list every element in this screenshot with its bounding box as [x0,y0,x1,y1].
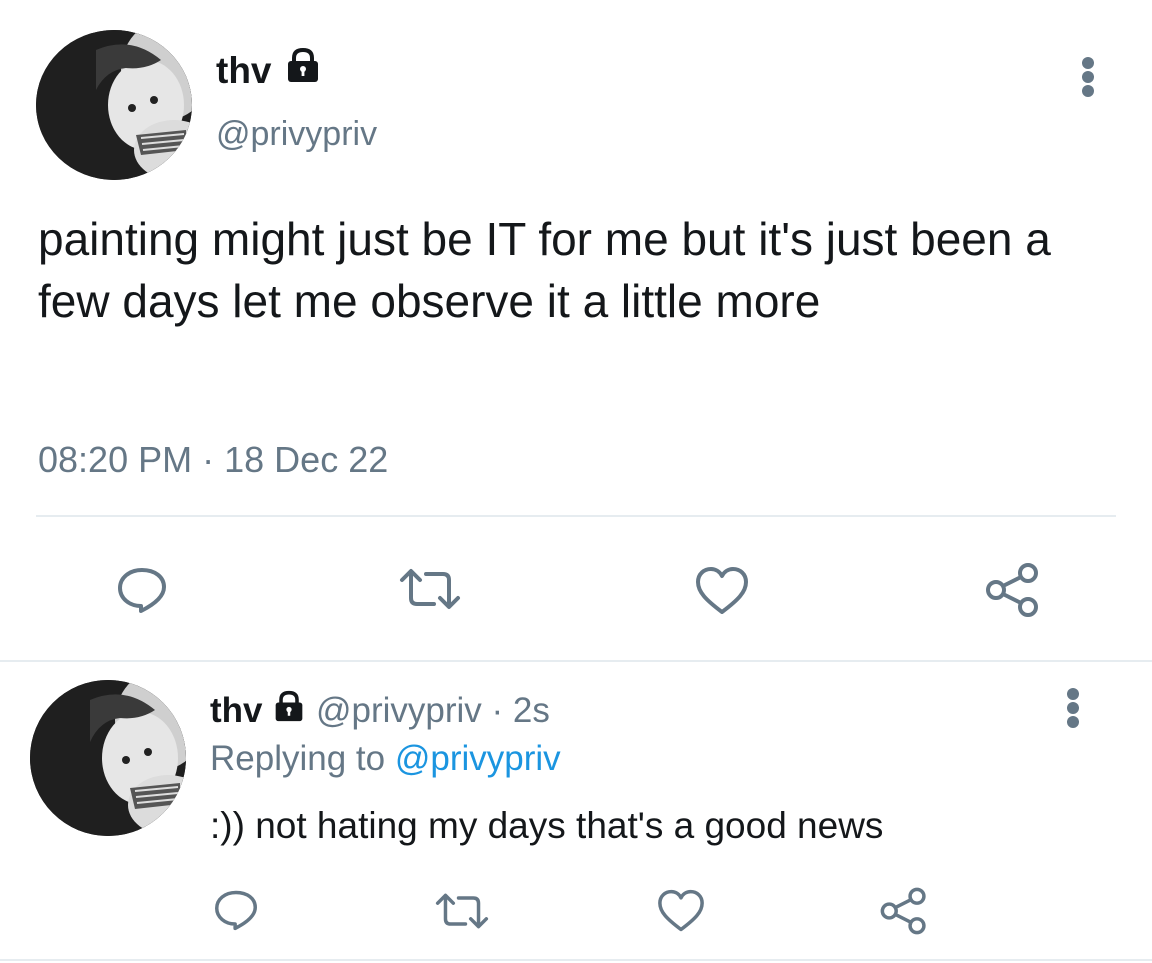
author-handle[interactable]: @privypriv [216,114,377,154]
retweet-icon [435,893,489,929]
retweet-icon [400,569,460,609]
reply-button[interactable] [115,566,169,614]
tweet-timestamp: 08:20 PM · 18 Dec 22 [38,438,388,482]
lock-icon [275,690,303,722]
share-button[interactable] [878,886,930,936]
like-icon [696,567,748,614]
tweet-text: painting might just be IT for me but it'… [38,213,1051,327]
replying-to-label: Replying to [210,739,386,778]
reply-button[interactable] [212,889,260,931]
timestamp-separator: · [202,439,215,480]
avatar[interactable] [36,30,192,180]
reply-text: :)) not hating my days that's a good new… [210,805,884,846]
reply-icon [215,890,257,931]
divider [0,660,1152,662]
share-icon [880,887,926,935]
like-icon [658,889,704,932]
divider [0,959,1152,961]
reply-author-name[interactable]: thv [210,691,263,730]
tweet-time: 08:20 PM [38,439,193,480]
avatar-photo [36,30,192,180]
more-options-icon[interactable] [1066,688,1080,728]
reply-author-handle[interactable]: @privypriv [316,691,482,730]
author-name-text: thv [216,50,272,91]
lock-icon [287,47,318,82]
avatar-photo [30,680,186,836]
like-button[interactable] [656,889,706,933]
like-button[interactable] [694,566,750,616]
reply-icon [118,568,166,613]
author-name[interactable]: thv [216,47,322,93]
retweet-button[interactable] [398,566,462,612]
more-options-icon[interactable] [1081,57,1095,97]
replying-to: Replying to @privypriv [210,737,561,781]
tweet-date: 18 Dec 22 [224,439,389,480]
avatar[interactable] [30,680,186,836]
share-button[interactable] [983,562,1043,618]
divider [36,515,1116,517]
share-icon [986,563,1038,617]
reply-age: · 2s [491,691,550,730]
retweet-button[interactable] [434,891,490,931]
replying-to-handle[interactable]: @privypriv [395,739,561,778]
reply-header: thv @privypriv · 2s [210,689,550,733]
